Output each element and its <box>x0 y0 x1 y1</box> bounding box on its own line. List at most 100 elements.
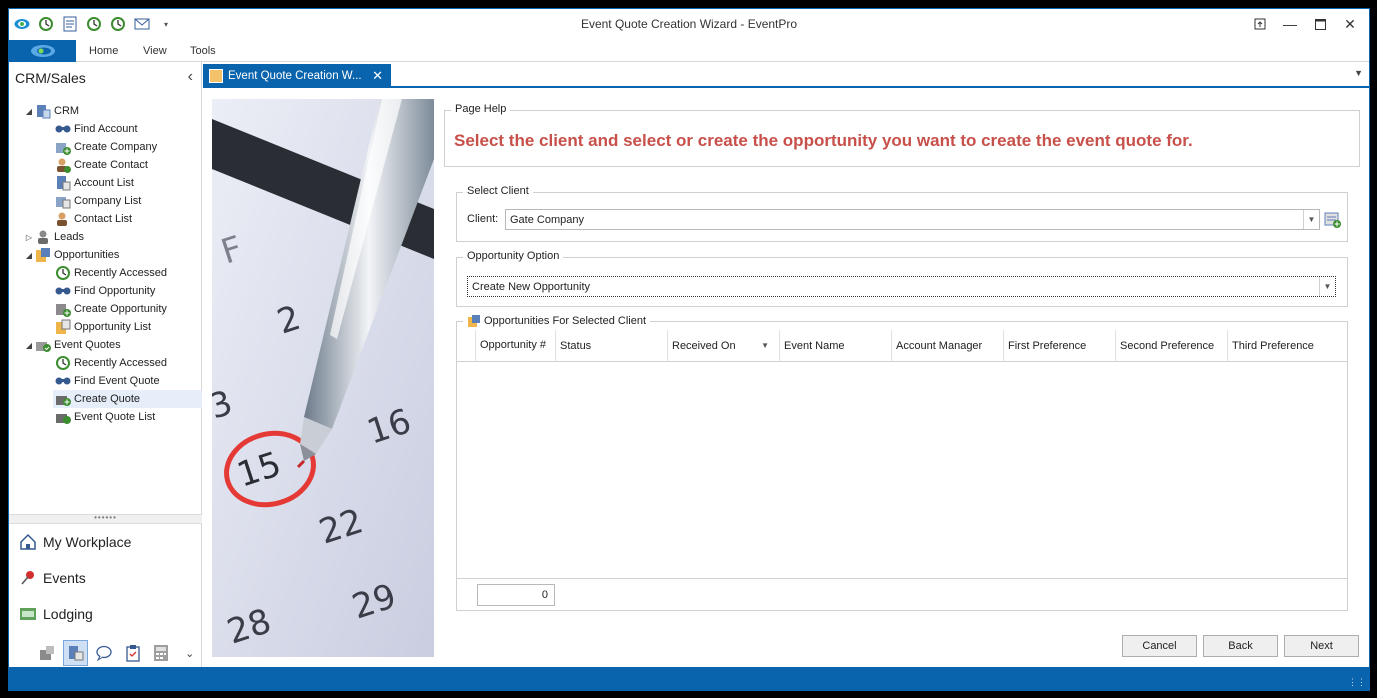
tree-item-company-list[interactable]: Company List <box>55 192 141 210</box>
eventpro-logo-icon <box>30 45 55 57</box>
group-label: Opportunity Option <box>463 250 564 262</box>
column-header-status[interactable]: Status <box>555 330 667 361</box>
tree-label: Leads <box>54 231 84 243</box>
next-button[interactable]: Next <box>1284 635 1359 657</box>
column-header-first-preference[interactable]: First Preference <box>1003 330 1115 361</box>
nav-section-my-workplace[interactable]: My Workplace <box>19 530 131 554</box>
tree-item-create-contact[interactable]: Create Contact <box>55 156 148 174</box>
nav-section-label: My Workplace <box>43 534 132 550</box>
chevron-down-icon[interactable]: ▼ <box>1319 277 1335 296</box>
tree-item-event-quote-list[interactable]: Event Quote List <box>55 408 155 426</box>
column-header-second-preference[interactable]: Second Preference <box>1115 330 1227 361</box>
tree-label: Opportunities <box>54 249 120 261</box>
group-label: Opportunities For Selected Client <box>484 315 647 327</box>
tab-event-quote-creation-wizard[interactable]: Event Quote Creation W... ✕ <box>203 64 391 88</box>
ribbon-tab-view[interactable]: View <box>143 45 167 57</box>
tree-item-create-quote[interactable]: Create Quote <box>53 390 202 408</box>
group-label: Select Client <box>463 185 533 197</box>
client-combobox[interactable]: Gate Company ▼ <box>505 209 1320 230</box>
recent-icon <box>55 265 71 281</box>
tree-item-event-quotes-recent[interactable]: Recently Accessed <box>55 354 167 372</box>
collapse-arrow-icon[interactable]: ◢ <box>23 341 35 350</box>
back-button[interactable]: Back <box>1203 635 1278 657</box>
new-client-icon[interactable] <box>1323 210 1343 230</box>
ribbon-tab-home[interactable]: Home <box>89 45 118 57</box>
tree-item-find-opportunity[interactable]: Find Opportunity <box>55 282 155 300</box>
select-client-group: Select Client Client: Gate Company ▼ <box>456 185 1348 242</box>
page-help-group: Page Help Select the client and select o… <box>444 103 1360 167</box>
tree-item-find-event-quote[interactable]: Find Event Quote <box>55 372 160 390</box>
inventory-icon[interactable] <box>35 640 59 666</box>
column-header-received-on[interactable]: Received On ▼ <box>667 330 779 361</box>
tree-node-opportunities[interactable]: ◢ Opportunities <box>23 246 119 264</box>
opportunity-list-icon <box>55 319 71 335</box>
tree-node-event-quotes[interactable]: ◢ Event Quotes <box>23 336 121 354</box>
tree-item-account-list[interactable]: Account List <box>55 174 134 192</box>
maximize-icon[interactable] <box>1305 13 1335 35</box>
column-header-event-name[interactable]: Event Name <box>779 330 891 361</box>
tree-label: Event Quote List <box>74 411 156 423</box>
tree-item-opportunity-list[interactable]: Opportunity List <box>55 318 151 336</box>
collapse-nav-icon[interactable]: ‹ <box>188 68 193 86</box>
tab-list-dropdown-icon[interactable]: ▼ <box>1354 68 1363 78</box>
restore-ribbon-icon[interactable] <box>1245 13 1275 35</box>
tree-label: Recently Accessed <box>74 357 167 369</box>
grid-footer: 0 <box>457 578 1347 610</box>
contact-list-icon <box>55 211 71 227</box>
tree-item-create-company[interactable]: Create Company <box>55 138 157 156</box>
row-count-field: 0 <box>477 584 555 606</box>
tree-label: Opportunity List <box>74 321 152 333</box>
column-header-opportunity-number[interactable]: Opportunity # <box>475 330 555 361</box>
crm-sales-icon[interactable] <box>63 640 89 666</box>
chat-icon[interactable] <box>92 640 116 666</box>
chevron-down-icon[interactable]: ⌄ <box>178 640 202 666</box>
tree-node-leads[interactable]: ▷ Leads <box>23 228 84 246</box>
calculator-icon[interactable] <box>149 640 173 666</box>
group-label: Page Help <box>451 103 511 115</box>
lodging-icon <box>19 605 37 623</box>
resize-grip-icon[interactable]: ⋮⋮ <box>1348 677 1366 688</box>
nav-section-lodging[interactable]: Lodging <box>19 602 93 626</box>
page-help-text: Select the client and select or create t… <box>454 131 1193 150</box>
tree-label: Find Event Quote <box>74 375 160 387</box>
collapse-arrow-icon[interactable]: ◢ <box>23 251 35 260</box>
column-header-third-preference[interactable]: Third Preference <box>1227 330 1347 361</box>
tree-node-crm[interactable]: ◢ CRM <box>23 102 79 120</box>
tree-label: Create Company <box>74 141 158 153</box>
column-header-account-manager[interactable]: Account Manager <box>891 330 1003 361</box>
navigation-pane: CRM/Sales ‹ ◢ CRM Find Account Create Co… <box>9 62 202 669</box>
tree-item-contact-list[interactable]: Contact List <box>55 210 132 228</box>
close-tab-icon[interactable]: ✕ <box>372 68 383 84</box>
opportunities-icon <box>35 247 51 263</box>
close-icon[interactable]: ✕ <box>1335 13 1365 35</box>
window-controls: — ✕ <box>1245 13 1365 35</box>
tree-item-find-account[interactable]: Find Account <box>55 120 138 138</box>
clipboard-icon[interactable] <box>121 640 145 666</box>
tree-label: Contact List <box>74 213 133 225</box>
nav-section-events[interactable]: Events <box>19 566 86 590</box>
application-menu-button[interactable] <box>9 40 76 62</box>
collapse-arrow-icon[interactable]: ◢ <box>23 107 35 116</box>
tree-item-opportunities-recent[interactable]: Recently Accessed <box>55 264 167 282</box>
grid-body[interactable] <box>457 363 1347 578</box>
create-contact-icon <box>55 157 71 173</box>
chevron-down-icon[interactable]: ▼ <box>1303 210 1319 229</box>
minimize-icon[interactable]: — <box>1275 13 1305 35</box>
tab-label: Event Quote Creation W... <box>228 70 362 82</box>
create-company-icon <box>55 139 71 155</box>
tree-item-create-opportunity[interactable]: Create Opportunity <box>55 300 167 318</box>
client-value: Gate Company <box>510 213 584 226</box>
nav-bottom-bar: ⌄ <box>9 638 202 668</box>
cancel-button[interactable]: Cancel <box>1122 635 1197 657</box>
opportunities-group-header: Opportunities For Selected Client <box>463 314 651 328</box>
tree-label: Account List <box>74 177 134 189</box>
client-label: Client: <box>467 213 499 225</box>
opportunities-group: Opportunities For Selected Client Opport… <box>456 314 1348 611</box>
ribbon-tab-tools[interactable]: Tools <box>190 45 216 57</box>
leads-icon <box>35 229 51 245</box>
company-list-icon <box>55 193 71 209</box>
expand-arrow-icon[interactable]: ▷ <box>23 233 35 242</box>
nav-splitter[interactable]: •••••• <box>9 514 202 524</box>
create-opportunity-icon <box>55 301 71 317</box>
opportunity-option-combobox[interactable]: Create New Opportunity ▼ <box>467 276 1336 297</box>
